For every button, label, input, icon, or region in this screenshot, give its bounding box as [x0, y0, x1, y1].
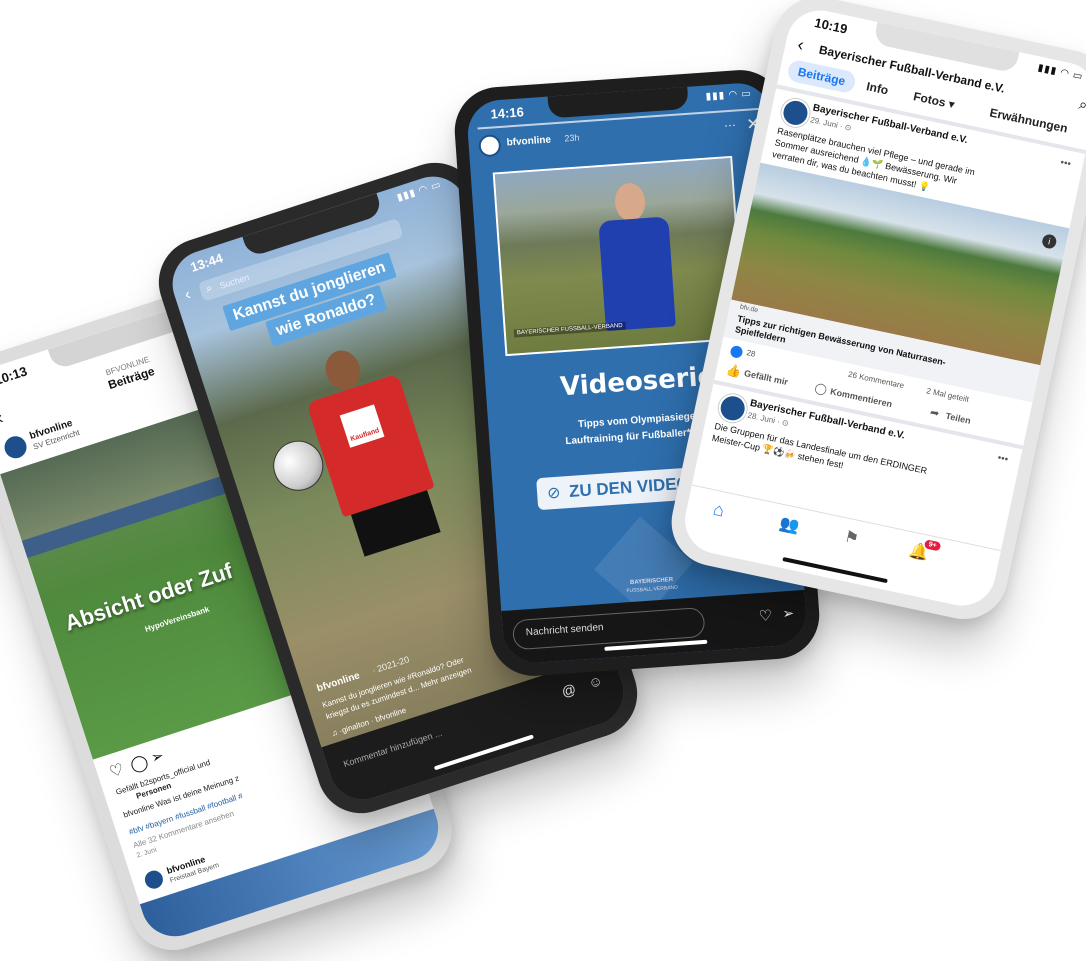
reel-meta: · 2021-20 [370, 654, 411, 676]
sponsor-logo: Kaufland [339, 404, 385, 448]
link-domain: bfv.de [739, 303, 759, 315]
send-icon[interactable]: ➢ [149, 746, 166, 767]
comment-input[interactable]: Kommentar hinzufügen ... [342, 728, 443, 769]
story-reply-bar: Nachricht senden ♡ ➢ [501, 589, 809, 665]
comment-icon[interactable]: ◯ [813, 381, 828, 396]
tab-info[interactable]: Info [855, 73, 901, 103]
mention-icon[interactable]: @ [559, 680, 577, 700]
like-icon[interactable]: 👍 [725, 362, 743, 379]
heart-icon[interactable]: ♡ [758, 606, 773, 625]
avatar[interactable] [778, 96, 813, 130]
like-button[interactable]: Gefällt mir [743, 368, 789, 387]
link-icon: ⊘ [546, 484, 562, 503]
video-caption: BAYERISCHER FUSSBALL-VERBAND [513, 321, 626, 338]
avatar[interactable] [716, 391, 750, 425]
more-icon[interactable]: ••• [996, 453, 1009, 466]
search-placeholder: Suchen [218, 271, 251, 291]
story-account[interactable]: bfvonline [506, 134, 551, 148]
search-icon: ⌕ [204, 281, 215, 296]
avatar[interactable] [142, 868, 166, 891]
home-icon[interactable]: ⌂ [711, 499, 726, 522]
more-icon[interactable]: ··· [723, 118, 736, 133]
signal-icons: ▮▮▮ ◠ ▭ [395, 179, 443, 204]
send-icon[interactable]: ➢ [782, 605, 795, 623]
avatar[interactable] [1, 433, 30, 462]
signal-icons: ▮▮▮ ◠ ▭ [1036, 62, 1085, 83]
share-icon[interactable]: ➦ [929, 406, 941, 421]
back-arrow-icon[interactable]: ‹ [183, 286, 194, 305]
status-time: 10:19 [813, 15, 849, 37]
heart-icon[interactable]: ♡ [107, 759, 127, 782]
flag-icon[interactable]: ⚑ [842, 527, 861, 550]
comment-bar: Kommentar hinzufügen ... @ ☺ [321, 652, 633, 809]
avatar[interactable] [478, 133, 502, 158]
status-time: 10:13 [0, 363, 29, 388]
reaction-count[interactable]: 28 [746, 348, 757, 359]
signal-icons: ▮▮▮ ◠ ▭ [705, 88, 753, 103]
status-time: 14:16 [490, 104, 525, 122]
search-icon[interactable]: ⌕ [1077, 96, 1086, 114]
comment-icon[interactable]: ◯ [128, 751, 151, 776]
like-reaction-icon [729, 344, 744, 359]
tab-mentions[interactable]: Erwähnungen [978, 99, 1080, 141]
coach-jacket [598, 216, 676, 332]
coach-head [613, 182, 647, 223]
info-icon[interactable]: i [1040, 233, 1058, 250]
status-time: 13:44 [188, 250, 225, 275]
message-placeholder: Nachricht senden [525, 621, 604, 639]
story-time: 23h [564, 132, 580, 144]
friends-icon[interactable]: 👥 [778, 513, 802, 537]
video-thumbnail[interactable]: BAYERISCHER FUSSBALL-VERBAND [492, 155, 745, 357]
more-icon[interactable]: ••• [1059, 157, 1072, 170]
share-button[interactable]: Teilen [945, 411, 972, 426]
emoji-icon[interactable]: ☺ [586, 672, 605, 692]
share-count[interactable]: 2 Mal geteilt [926, 386, 970, 404]
back-arrow-icon[interactable]: ‹ [796, 34, 806, 56]
